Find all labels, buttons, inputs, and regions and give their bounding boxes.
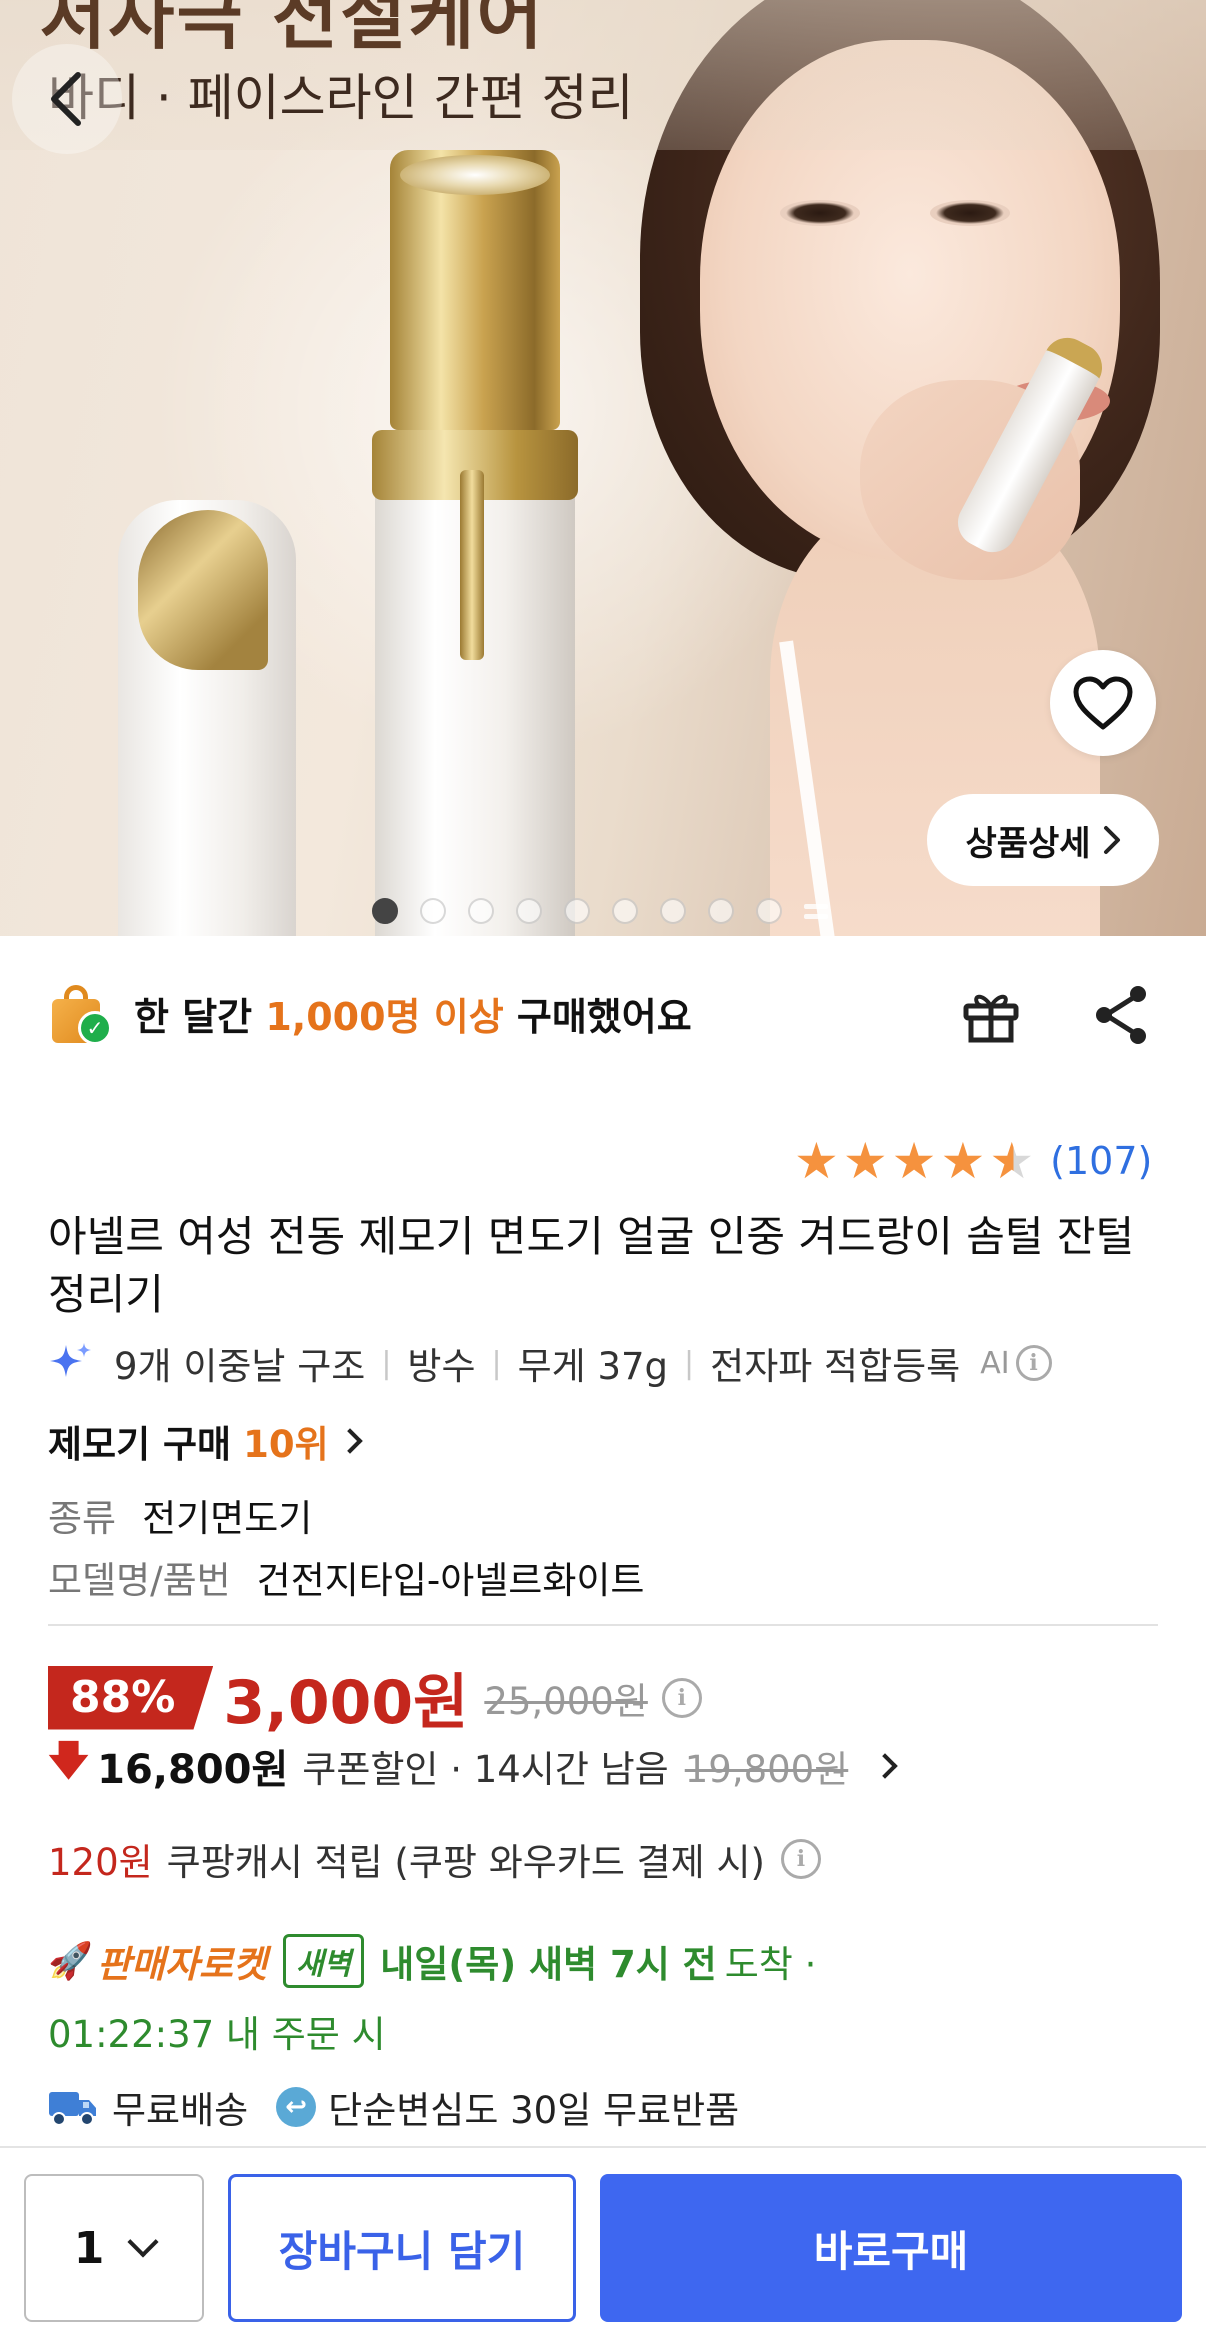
feature-divider: | <box>381 1345 392 1381</box>
spec-key: 종류 <box>48 1497 117 1540</box>
carousel-more-icon[interactable] <box>804 899 828 923</box>
return-icon: ↩ <box>276 2087 317 2127</box>
price-info-icon[interactable]: i <box>661 1677 702 1718</box>
chevron-left-icon <box>51 72 81 126</box>
coupon-price: 16,800원 <box>97 1747 289 1793</box>
device-switch-image <box>460 470 484 660</box>
product-image-carousel[interactable]: 저자극 전절케어 바디 · 페이스라인 간편 정리 상품상세 <box>0 0 1206 936</box>
shipping-return-row: 무료배송 ↩ 단순변심도 30일 무료반품 <box>48 2080 739 2134</box>
quantity-select[interactable]: 1 <box>24 2174 204 2322</box>
coupon-original-price: 19,800원 <box>684 1748 849 1791</box>
review-count[interactable]: (107) <box>1050 1139 1152 1183</box>
add-to-cart-button[interactable]: 장바구니 담기 <box>228 2174 576 2322</box>
truck-icon <box>49 2092 96 2126</box>
dawn-delivery-badge: 새벽 <box>283 1934 365 1988</box>
sale-price: 3,000원 <box>223 1668 469 1738</box>
device-cap-gold-image <box>138 510 268 670</box>
spec-key: 모델명/품번 <box>48 1559 231 1602</box>
image-banner: 저자극 전절케어 바디 · 페이스라인 간편 정리 <box>0 0 1206 150</box>
carousel-dot[interactable] <box>516 898 542 924</box>
original-price: 25,000원 <box>484 1679 648 1723</box>
coupon-text: 쿠폰할인 · 14시간 남음 <box>302 1748 669 1791</box>
feature-item: 무게 37g <box>517 1345 669 1388</box>
free-return-label: 단순변심도 30일 무료반품 <box>328 2089 740 2132</box>
spec-value: 건전지타입-아넬르화이트 <box>256 1559 645 1602</box>
rank-value: 10위 <box>243 1423 329 1466</box>
ai-label: AI <box>980 1345 1010 1381</box>
shopping-bag-check-icon: ✓ <box>48 981 112 1045</box>
chevron-right-icon <box>1103 826 1120 854</box>
star-icon: ★ <box>891 1132 937 1190</box>
bottom-action-bar: 1 장바구니 담기 바로구매 <box>0 2146 1206 2347</box>
feature-item: 방수 <box>407 1345 476 1388</box>
arrow-down-icon: 🡇 <box>48 1738 90 1784</box>
cash-reward-row: 120원 쿠팡캐시 적립 (쿠팡 와우카드 결제 시) i <box>48 1832 821 1886</box>
cash-info-icon[interactable]: i <box>780 1839 821 1879</box>
favorite-button[interactable] <box>1050 650 1156 756</box>
carousel-dot[interactable] <box>660 898 686 924</box>
carousel-dot[interactable] <box>372 898 398 924</box>
quantity-value: 1 <box>73 2222 105 2274</box>
model-eye-image <box>930 200 1010 226</box>
arrival-time: 내일(목) 새벽 7시 전 <box>380 1943 717 1986</box>
heart-icon <box>1073 676 1133 730</box>
gift-icon[interactable] <box>958 982 1024 1048</box>
carousel-dot[interactable] <box>612 898 638 924</box>
half-star-icon: ★ <box>989 1132 1035 1190</box>
chevron-right-icon <box>336 1428 363 1454</box>
back-button[interactable] <box>12 44 122 154</box>
feature-item: 전자파 적합등록 <box>710 1345 961 1388</box>
carousel-dot[interactable] <box>468 898 494 924</box>
chevron-right-icon <box>872 1753 898 1779</box>
star-icon: ★ <box>940 1132 986 1190</box>
sparkle-icon <box>50 1343 91 1377</box>
share-icon[interactable] <box>1088 982 1154 1048</box>
spec-row: 종류 전기면도기 <box>48 1488 312 1542</box>
banner-title: 저자극 전절케어 <box>40 0 545 59</box>
purchase-count-text: 한 달간 1,000명 이상 구매했어요 <box>134 994 692 1039</box>
cash-text: 쿠팡캐시 적립 (쿠팡 와우카드 결제 시) <box>166 1841 765 1884</box>
discount-badge: 88% <box>48 1665 214 1730</box>
purchase-count-highlight: 1,000명 이상 <box>265 994 504 1039</box>
feature-summary: 9개 이중날 구조 | 방수 | 무게 37g | 전자파 적합등록 AI i <box>48 1336 1052 1390</box>
free-shipping-label: 무료배송 <box>112 2089 249 2132</box>
model-eye-image <box>780 200 860 226</box>
carousel-dot[interactable] <box>756 898 782 924</box>
banner-subtitle: 바디 · 페이스라인 간편 정리 <box>48 69 634 127</box>
product-detail-label: 상품상세 <box>965 823 1091 864</box>
spec-row: 모델명/품번 건전지타입-아넬르화이트 <box>48 1550 644 1604</box>
coupon-price-row[interactable]: 🡇 16,800원 쿠폰할인 · 14시간 남음 19,800원 <box>48 1732 898 1800</box>
star-icon: ★ <box>842 1132 888 1190</box>
chevron-down-icon <box>127 2226 159 2258</box>
feature-divider: | <box>491 1345 502 1381</box>
rating[interactable]: ★ ★ ★ ★ ★ (107) <box>794 1136 1152 1186</box>
delivery-row: 🚀 판매자로켓 새벽 내일(목) 새벽 7시 전 도착 · <box>48 1934 816 1988</box>
carousel-dot[interactable] <box>708 898 734 924</box>
carousel-dot[interactable] <box>564 898 590 924</box>
carousel-dot[interactable] <box>420 898 446 924</box>
rank-label: 제모기 구매 <box>48 1423 232 1466</box>
cash-amount: 120원 <box>48 1841 153 1884</box>
product-title: 아넬르 여성 전동 제모기 면도기 얼굴 인중 겨드랑이 솜털 잔털정리기 <box>48 1212 1135 1319</box>
rocket-icon: 🚀 <box>48 1941 93 1982</box>
carousel-indicator <box>372 898 828 924</box>
rocket-delivery-label: 판매자로켓 <box>96 1943 268 1986</box>
spec-value: 전기면도기 <box>142 1497 313 1540</box>
product-detail-button[interactable]: 상품상세 <box>927 794 1159 886</box>
device-blade-image <box>400 155 550 195</box>
feature-divider: | <box>684 1345 695 1381</box>
buy-now-button[interactable]: 바로구매 <box>600 2174 1182 2322</box>
price-row: 88% 3,000원 25,000원 i <box>48 1654 702 1741</box>
arrival-text: 도착 · <box>724 1943 817 1986</box>
order-countdown: 01:22:37 내 주문 시 <box>48 2013 386 2056</box>
feature-item: 9개 이중날 구조 <box>114 1345 366 1388</box>
info-icon[interactable]: i <box>1015 1345 1052 1381</box>
star-icon: ★ <box>794 1132 839 1190</box>
category-rank-link[interactable]: 제모기 구매 10위 <box>48 1414 363 1468</box>
section-divider <box>48 1624 1158 1626</box>
